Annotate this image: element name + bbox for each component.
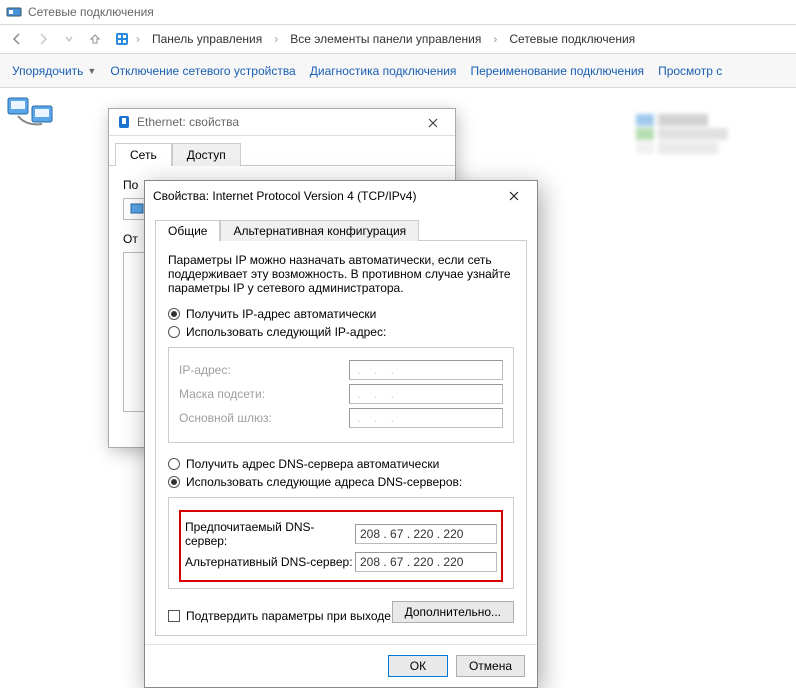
command-bar: Упорядочить ▼ Отключение сетевого устрой…	[0, 54, 796, 88]
chevron-down-icon: ▼	[87, 66, 96, 76]
validate-label: Подтвердить параметры при выходе	[186, 609, 391, 623]
ok-button[interactable]: ОК	[388, 655, 448, 677]
breadcrumb-network-connections[interactable]: Сетевые подключения	[503, 30, 641, 48]
cmd-disable[interactable]: Отключение сетевого устройства	[110, 64, 295, 78]
mask-label: Маска подсети:	[179, 387, 349, 401]
ip-addr-field: . . .	[349, 360, 503, 380]
radio-icon	[168, 476, 180, 488]
dlg1-title-text: Ethernet: свойства	[137, 115, 239, 129]
address-bar: › Панель управления › Все элементы панел…	[0, 24, 796, 54]
close-icon	[427, 117, 439, 129]
gateway-label: Основной шлюз:	[179, 411, 349, 425]
dlg2-description: Параметры IP можно назначать автоматичес…	[168, 253, 514, 295]
adapter-icon	[6, 96, 54, 136]
chevron-right-icon: ›	[493, 32, 497, 46]
dlg2-title-text: Свойства: Internet Protocol Version 4 (T…	[153, 189, 416, 203]
breadcrumb-cpanel[interactable]: Панель управления	[146, 30, 268, 48]
dlg2-close-button[interactable]	[499, 187, 529, 205]
radio-icon	[168, 308, 180, 320]
chevron-right-icon: ›	[274, 32, 278, 46]
ipv4-properties-dialog: Свойства: Internet Protocol Version 4 (T…	[144, 180, 538, 688]
dlg1-close-button[interactable]	[417, 113, 449, 133]
cmd-diagnose[interactable]: Диагностика подключения	[310, 64, 457, 78]
radio-dns-manual-label: Использовать следующие адреса DNS-сервер…	[186, 475, 462, 489]
dns-alt-field[interactable]: 208 . 67 . 220 . 220	[355, 552, 497, 572]
dlg2-tab-alt[interactable]: Альтернативная конфигурация	[220, 220, 419, 241]
radio-ip-auto[interactable]: Получить IP-адрес автоматически	[168, 305, 514, 323]
up-button[interactable]	[84, 28, 106, 50]
validate-checkbox-row[interactable]: Подтвердить параметры при выходе	[168, 609, 391, 623]
radio-dns-manual[interactable]: Использовать следующие адреса DNS-сервер…	[168, 473, 514, 491]
explorer-title: Сетевые подключения	[0, 0, 796, 24]
cmd-organize[interactable]: Упорядочить ▼	[12, 64, 96, 78]
cmd-rename[interactable]: Переименование подключения	[470, 64, 644, 78]
dlg2-tab-general[interactable]: Общие	[155, 220, 220, 241]
radio-icon	[168, 326, 180, 338]
dns-pref-field[interactable]: 208 . 67 . 220 . 220	[355, 524, 497, 544]
adapter-small-icon	[130, 203, 144, 215]
explorer-title-text: Сетевые подключения	[28, 5, 154, 19]
ethernet-icon	[117, 115, 131, 129]
back-button[interactable]	[6, 28, 28, 50]
dlg1-tab-network[interactable]: Сеть	[115, 143, 172, 166]
close-icon	[508, 190, 520, 202]
adapter-item[interactable]	[6, 96, 54, 136]
cmd-organize-label: Упорядочить	[12, 64, 83, 78]
radio-ip-manual[interactable]: Использовать следующий IP-адрес:	[168, 323, 514, 341]
radio-ip-auto-label: Получить IP-адрес автоматически	[186, 307, 376, 321]
history-dropdown[interactable]	[58, 28, 80, 50]
radio-dns-auto[interactable]: Получить адрес DNS-сервера автоматически	[168, 455, 514, 473]
cpanel-icon	[114, 31, 130, 47]
chevron-right-icon: ›	[136, 32, 140, 46]
dns-alt-label: Альтернативный DNS-сервер:	[185, 555, 355, 569]
breadcrumb-all-items[interactable]: Все элементы панели управления	[284, 30, 487, 48]
dns-settings-group: Предпочитаемый DNS-сервер: 208 . 67 . 22…	[168, 497, 514, 589]
network-icon	[6, 4, 22, 20]
dlg1-tab-access[interactable]: Доступ	[172, 143, 241, 166]
radio-dns-auto-label: Получить адрес DNS-сервера автоматически	[186, 457, 439, 471]
ip-addr-label: IP-адрес:	[179, 363, 349, 377]
blurred-item	[636, 112, 756, 156]
checkbox-icon	[168, 610, 180, 622]
dlg2-titlebar[interactable]: Свойства: Internet Protocol Version 4 (T…	[145, 181, 537, 211]
forward-button[interactable]	[32, 28, 54, 50]
advanced-button[interactable]: Дополнительно...	[392, 601, 514, 623]
cancel-button[interactable]: Отмена	[456, 655, 525, 677]
radio-icon	[168, 458, 180, 470]
gateway-field: . . .	[349, 408, 503, 428]
cmd-view[interactable]: Просмотр с	[658, 64, 722, 78]
dlg1-titlebar[interactable]: Ethernet: свойства	[109, 109, 455, 136]
mask-field: . . .	[349, 384, 503, 404]
dns-pref-label: Предпочитаемый DNS-сервер:	[185, 520, 355, 548]
dns-highlight-box: Предпочитаемый DNS-сервер: 208 . 67 . 22…	[179, 510, 503, 582]
radio-ip-manual-label: Использовать следующий IP-адрес:	[186, 325, 386, 339]
ip-settings-group: IP-адрес: . . . Маска подсети: . . . Осн…	[168, 347, 514, 443]
